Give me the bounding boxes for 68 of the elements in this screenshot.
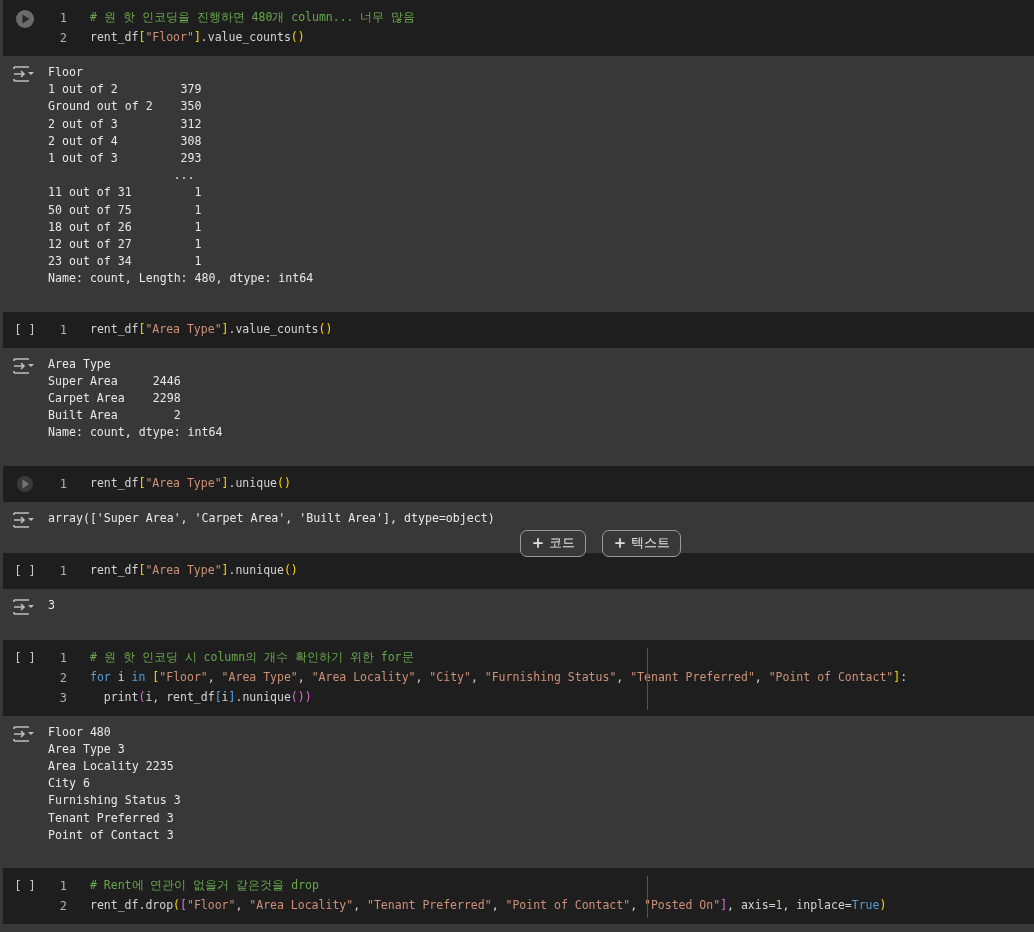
plus-icon <box>531 536 545 551</box>
code-cell[interactable]: [ ] 1 # Rent에 연관이 없을거 같은것을 drop 2 rent_df.drop(["Floor", "Area Locality", "Tenant Preferred", "Point of Contact", "Posted On"], axis=1, inplace=True) <box>3 868 1034 925</box>
line-number: 3 <box>58 689 68 707</box>
output-line: Carpet Area 2298 <box>48 390 182 408</box>
run-status[interactable]: [ ] <box>14 648 36 708</box>
code-line: # 원 핫 인코딩 시 column의 개수 확인하기 위한 for문 <box>90 649 414 667</box>
output-toggle-icon[interactable] <box>13 65 35 83</box>
output-toggle-icon[interactable] <box>13 510 35 529</box>
line-number: 2 <box>58 669 68 687</box>
add-cell-button[interactable]: 코드 <box>520 529 586 557</box>
output-line: Name: count, dtype: int64 <box>48 424 223 442</box>
run-status[interactable]: [ ] <box>14 877 36 917</box>
output-toggle-icon[interactable] <box>13 356 35 375</box>
output-line: 11 out of 31 1 <box>48 184 203 202</box>
code-line: rent_df["Floor"].value_counts() <box>90 29 305 47</box>
output-line: Floor 480 <box>48 723 112 741</box>
output-line: Built Area 2 <box>48 407 182 425</box>
line-number: 1 <box>58 878 68 896</box>
code-line: print(i, rent_df[i].nunique()) <box>102 689 312 707</box>
output-line: Floor <box>48 64 84 81</box>
code-line: for i in ["Floor", "Area Type", "Area Locality", "City", "Furnishing Status", "Tenant Preferred", "Point of Contact"]: <box>90 669 908 687</box>
run-status[interactable]: [ ] <box>14 561 36 581</box>
output-line: Point of Contact 3 <box>48 826 175 844</box>
output-line: 50 out of 75 1 <box>48 201 203 219</box>
run-button[interactable] <box>16 474 34 493</box>
output-line: Furnishing Status 3 <box>48 792 181 810</box>
line-number: 2 <box>58 30 68 47</box>
add-cell-button[interactable]: 텍스트 <box>602 529 681 557</box>
output-line: 18 out of 26 1 <box>48 218 203 236</box>
code-line: rent_df["Area Type"].value_counts() <box>90 321 333 338</box>
run-status[interactable]: [ ] <box>14 320 36 340</box>
line-number: 1 <box>58 649 68 667</box>
code-line: # 원 핫 인코딩을 진행하면 480개 column... 너무 많음 <box>90 9 416 27</box>
output-toggle-icon[interactable] <box>13 724 35 743</box>
output-line: 1 out of 3 293 <box>48 150 203 167</box>
output-line: 3 <box>48 596 55 614</box>
output-line: 1 out of 2 379 <box>48 81 203 99</box>
code-cell[interactable]: 1 rent_df["Area Type"].unique() <box>3 465 1034 502</box>
code-line: rent_df.drop(["Floor", "Area Locality", "Tenant Preferred", "Point of Contact", "Posted On"], axis=1, inplace=True) <box>90 897 887 915</box>
output-line: Area Type <box>48 355 112 373</box>
line-number: 1 <box>58 475 68 493</box>
output-line: ... <box>172 167 196 185</box>
output-line: Name: count, Length: 480, dtype: int64 <box>48 270 314 288</box>
line-number: 2 <box>58 898 68 916</box>
line-number: 1 <box>58 10 68 27</box>
output-line: 2 out of 4 308 <box>48 132 203 150</box>
code-cell[interactable]: [ ] 1 # 원 핫 인코딩 시 column의 개수 확인하기 위한 for문 2 for i in ["Floor", "Area Type", "Area Locality", "City", "Furnishing Status", "Tenant Preferred", "Point of Contact"]: 3 print(i, rent_df[i].nunique()) <box>3 639 1034 716</box>
line-number: 1 <box>58 321 68 339</box>
code-cell[interactable]: [ ] 1 rent_df["Area Type"].nunique() <box>3 552 1034 589</box>
run-button[interactable] <box>15 9 35 29</box>
output-line: 23 out of 34 1 <box>48 253 203 271</box>
code-cell[interactable]: [ ] 1 rent_df["Area Type"].value_counts() <box>3 311 1034 348</box>
output-line: 2 out of 3 312 <box>48 115 203 133</box>
output-line: Super Area 2446 <box>48 372 182 390</box>
plus-icon <box>613 536 627 551</box>
output-line: Area Type 3 <box>48 740 126 758</box>
output-line: Area Locality 2235 <box>48 758 175 776</box>
output-line: 12 out of 27 1 <box>48 236 203 254</box>
code-line: # Rent에 연관이 없을거 같은것을 drop <box>90 877 319 895</box>
output-line: City 6 <box>48 775 91 793</box>
output-line: array(['Super Area', 'Carpet Area', 'Built Area'], dtype=object) <box>48 509 495 527</box>
output-line: Tenant Preferred 3 <box>48 809 175 827</box>
output-line: Ground out of 2 350 <box>48 98 203 116</box>
code-line: rent_df["Area Type"].unique() <box>90 475 291 493</box>
code-cell[interactable]: 1 # 원 핫 인코딩을 진행하면 480개 column... 너무 많음 2 rent_df["Floor"].value_counts() <box>3 0 1034 56</box>
line-number: 1 <box>58 562 68 580</box>
code-line: rent_df["Area Type"].nunique() <box>90 562 298 580</box>
output-toggle-icon[interactable] <box>13 597 35 616</box>
